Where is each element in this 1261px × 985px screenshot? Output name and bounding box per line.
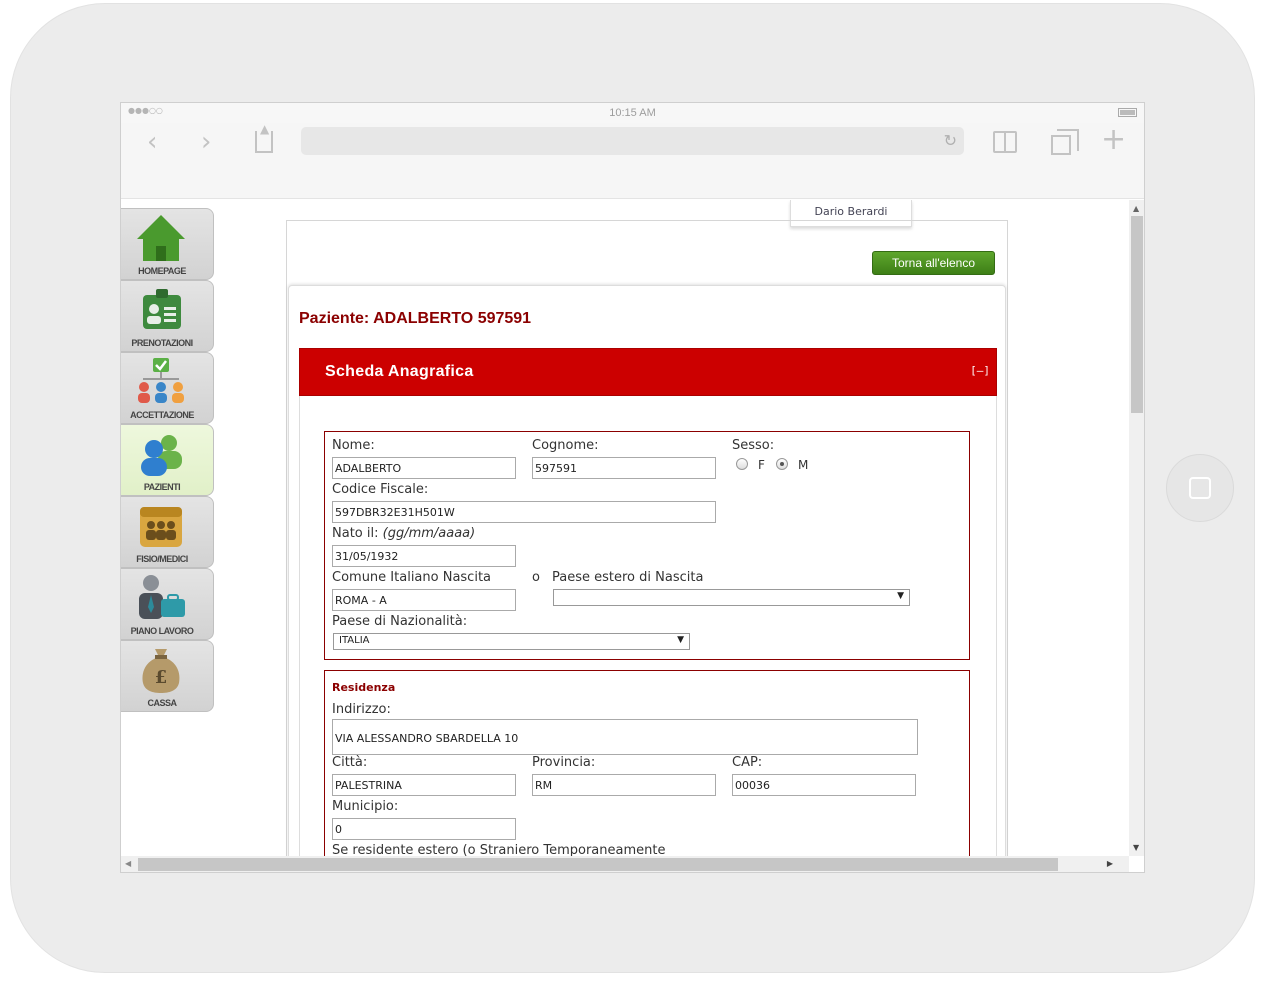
- codice-fiscale-label: Codice Fiscale:: [332, 482, 429, 497]
- bookmarks-icon[interactable]: [993, 131, 1017, 153]
- screen: ●●●○○ 10:15 AM ‹ › ▲ ↻ + HOMEPAGE PRENOT…: [120, 102, 1145, 873]
- indirizzo-field[interactable]: VIA ALESSANDRO SBARDELLA 10: [332, 719, 918, 755]
- tablet-home-button[interactable]: [1166, 454, 1234, 522]
- codice-fiscale-field[interactable]: 597DBR32E31H501W: [332, 501, 716, 523]
- comune-nascita-field[interactable]: ROMA - A: [332, 589, 516, 611]
- nazionalita-value: ITALIA: [339, 635, 370, 646]
- indirizzo-label: Indirizzo:: [332, 702, 391, 717]
- municipio-label: Municipio:: [332, 799, 399, 814]
- sidebar-item-pazienti[interactable]: PAZIENTI: [121, 424, 214, 496]
- back-arrow-icon[interactable]: ‹: [147, 127, 157, 157]
- residenza-title: Residenza: [332, 681, 396, 694]
- browser-toolbar: ‹ › ▲ ↻ +: [121, 122, 1144, 199]
- sesso-label: Sesso:: [732, 438, 775, 453]
- doctors-icon: [140, 507, 182, 547]
- residente-estero-label: Se residente estero (o Straniero Tempora…: [332, 843, 666, 856]
- nato-label: Nato il: (gg/mm/aaaa): [332, 526, 475, 541]
- scroll-right-icon[interactable]: ▶: [1107, 859, 1113, 868]
- paese-estero-select[interactable]: ▼: [553, 589, 910, 606]
- comune-nascita-label: Comune Italiano Nascita: [332, 570, 492, 585]
- nazionalita-select[interactable]: ITALIA ▼: [333, 633, 690, 650]
- sidebar-item-fisio-medici[interactable]: FISIO/MEDICI: [121, 496, 214, 568]
- svg-text:£: £: [155, 667, 168, 688]
- home-square-icon: [1189, 477, 1211, 499]
- forward-arrow-icon[interactable]: ›: [201, 127, 211, 157]
- battery-icon: [1118, 108, 1137, 117]
- sesso-m-label: M: [798, 458, 809, 472]
- citta-field[interactable]: PALESTRINA: [332, 774, 516, 796]
- data-nascita-field[interactable]: 31/05/1932: [332, 545, 516, 567]
- provincia-label: Provincia:: [532, 755, 596, 770]
- nome-field[interactable]: ADALBERTO: [332, 457, 516, 479]
- sidebar-item-homepage[interactable]: HOMEPAGE: [121, 208, 214, 280]
- sesso-f-radio[interactable]: [736, 458, 748, 470]
- page-title: Paziente: ADALBERTO 597591: [299, 310, 532, 327]
- sesso-f-label: F: [758, 458, 765, 472]
- provincia-field[interactable]: RM: [532, 774, 716, 796]
- scheda-body: Nome: ADALBERTO Cognome: 597591 Sesso: F…: [299, 396, 997, 856]
- money-bag-icon: £: [142, 649, 180, 693]
- chevron-down-icon: ▼: [677, 635, 684, 645]
- web-page: HOMEPAGE PRENOTAZIONI ACCETTAZIONE PAZIE…: [121, 200, 1129, 856]
- sidebar-item-label: PRENOTAZIONI: [131, 338, 193, 348]
- patient-panel: Paziente: ADALBERTO 597591 Scheda Anagra…: [288, 285, 1006, 856]
- scroll-up-icon[interactable]: ▲: [1133, 204, 1139, 213]
- horizontal-scroll-thumb[interactable]: [138, 858, 1058, 871]
- scheda-title: Scheda Anagrafica: [325, 363, 474, 380]
- share-icon[interactable]: ▲: [255, 122, 273, 153]
- appointments-icon: [143, 289, 181, 329]
- scroll-down-icon[interactable]: ▼: [1133, 843, 1139, 852]
- back-to-list-button[interactable]: Torna all'elenco: [872, 251, 995, 275]
- chevron-down-icon: ▼: [897, 591, 904, 601]
- scroll-left-icon[interactable]: ◀: [125, 859, 131, 868]
- sidebar-item-label: FISIO/MEDICI: [136, 554, 188, 564]
- sesso-m-radio[interactable]: [776, 458, 788, 470]
- scheda-header: Scheda Anagrafica [–]: [299, 348, 997, 396]
- status-time: 10:15 AM: [609, 107, 656, 119]
- sidebar-item-label: CASSA: [147, 698, 177, 708]
- nato-label-text: Nato il:: [332, 526, 379, 541]
- home-icon: [137, 215, 185, 261]
- tabs-icon[interactable]: [1051, 129, 1079, 155]
- nome-label: Nome:: [332, 438, 375, 453]
- patients-icon: [141, 435, 182, 476]
- municipio-field[interactable]: 0: [332, 818, 516, 840]
- sidebar-item-label: HOMEPAGE: [138, 266, 186, 276]
- residenza-section: Residenza Indirizzo: VIA ALESSANDRO SBAR…: [324, 670, 970, 856]
- horizontal-scrollbar[interactable]: ◀ ▶: [121, 856, 1129, 872]
- content-frame: Torna all'elenco Paziente: ADALBERTO 597…: [286, 220, 1008, 856]
- sidebar-item-label: ACCETTAZIONE: [130, 410, 194, 420]
- address-bar[interactable]: ↻: [301, 127, 964, 155]
- sidebar-item-label: PIANO LAVORO: [130, 626, 194, 636]
- cognome-label: Cognome:: [532, 438, 599, 453]
- sidebar-item-accettazione[interactable]: ACCETTAZIONE: [121, 352, 214, 424]
- paese-estero-label: Paese estero di Nascita: [552, 570, 704, 585]
- sidebar-menu: HOMEPAGE PRENOTAZIONI ACCETTAZIONE PAZIE…: [121, 208, 214, 712]
- nazionalita-label: Paese di Nazionalità:: [332, 614, 468, 629]
- collapse-toggle[interactable]: [–]: [970, 364, 990, 377]
- citta-label: Città:: [332, 755, 368, 770]
- acceptance-icon: [138, 358, 184, 403]
- sidebar-item-cassa[interactable]: £ CASSA: [121, 640, 214, 712]
- date-format-hint: (gg/mm/aaaa): [382, 526, 476, 541]
- sidebar-item-piano-lavoro[interactable]: PIANO LAVORO: [121, 568, 214, 640]
- reload-icon[interactable]: ↻: [944, 131, 957, 150]
- cap-field[interactable]: 00036: [732, 774, 916, 796]
- sidebar-item-label: PAZIENTI: [143, 482, 181, 492]
- anagrafica-section: Nome: ADALBERTO Cognome: 597591 Sesso: F…: [324, 431, 970, 660]
- vertical-scrollbar[interactable]: ▲ ▼: [1129, 200, 1144, 856]
- sidebar-item-prenotazioni[interactable]: PRENOTAZIONI: [121, 280, 214, 352]
- work-plan-icon: [139, 575, 185, 619]
- status-bar: ●●●○○ 10:15 AM: [121, 103, 1144, 123]
- vertical-scroll-thumb[interactable]: [1131, 216, 1143, 413]
- or-label: o: [532, 570, 540, 585]
- new-tab-icon[interactable]: +: [1101, 125, 1126, 155]
- cap-label: CAP:: [732, 755, 763, 770]
- cognome-field[interactable]: 597591: [532, 457, 716, 479]
